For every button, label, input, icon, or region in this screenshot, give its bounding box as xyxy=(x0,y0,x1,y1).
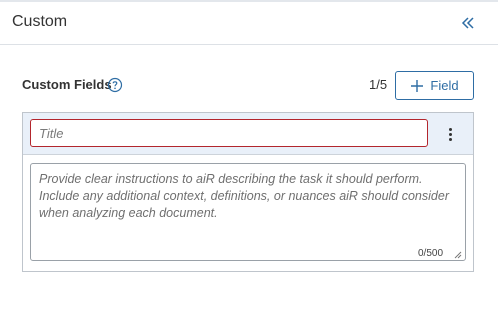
panel-title: Custom xyxy=(12,13,68,30)
field-title-input[interactable] xyxy=(30,119,428,147)
double-chevron-left-icon xyxy=(461,17,474,29)
character-count: 0/500 xyxy=(418,248,444,259)
resize-handle-icon[interactable] xyxy=(454,251,462,259)
kebab-menu-icon[interactable] xyxy=(443,125,457,143)
custom-field-card: 0/500 xyxy=(22,112,474,272)
collapse-panel-button[interactable] xyxy=(457,13,479,33)
add-field-button[interactable]: Field xyxy=(395,71,474,100)
add-field-label: Field xyxy=(430,78,459,93)
custom-fields-label: Custom Fields xyxy=(22,77,112,92)
question-circle-icon[interactable] xyxy=(107,77,123,93)
field-count: 1/5 xyxy=(369,77,388,92)
panel-header: Custom xyxy=(0,2,498,45)
field-description-textarea[interactable] xyxy=(30,163,466,261)
custom-field-card-header xyxy=(23,113,473,155)
plus-icon xyxy=(411,79,424,92)
